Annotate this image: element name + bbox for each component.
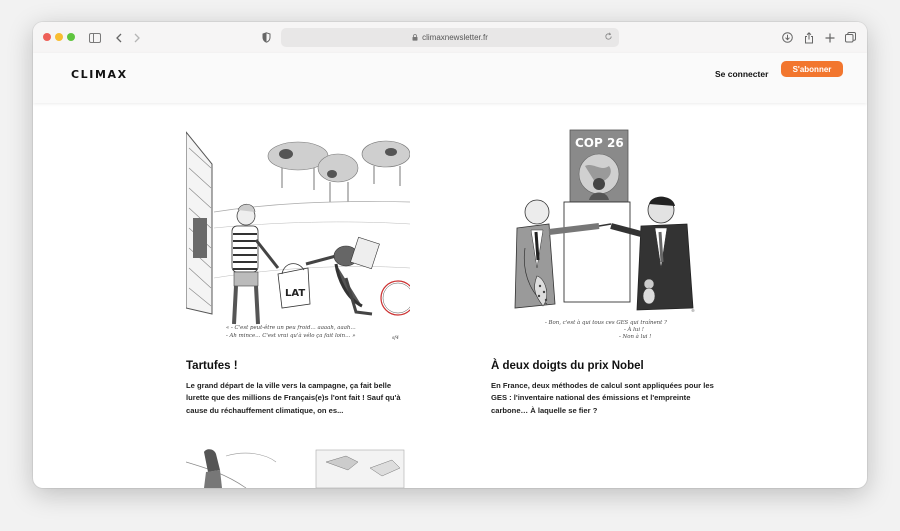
download-icon[interactable] (782, 29, 793, 46)
poster-label: COP 26 (575, 136, 624, 150)
close-window-button[interactable] (43, 33, 51, 41)
illustration-caption-line: « - C'est peut-être un peu froid… aaaah,… (226, 324, 356, 331)
article-excerpt[interactable]: En France, deux méthodes de calcul sont … (491, 380, 715, 417)
tab-overview-icon[interactable] (845, 29, 856, 46)
browser-window: climaxnewsletter.fr CLIMAX Se connecter … (33, 22, 867, 488)
artist-signature: sf4 (392, 335, 399, 341)
forward-icon[interactable] (133, 29, 141, 46)
artist-mark: ® (691, 308, 695, 313)
minimize-window-button[interactable] (55, 33, 63, 41)
article-card[interactable]: COP 26 ® - Bon, c'est à qui tous ces GES… (491, 128, 715, 415)
illustration-caption-line: - Non à lui ! (619, 333, 651, 340)
illustration-caption-line: - Ah mince… C'est vrai qu'à vélo ça fait… (226, 332, 356, 339)
url-text: climaxnewsletter.fr (422, 33, 488, 42)
illustration-caption-line: - À lui ! (624, 326, 644, 333)
sidebar-icon[interactable] (89, 29, 101, 46)
share-icon[interactable] (804, 29, 814, 46)
climax-logo[interactable]: CLIMAX (71, 68, 128, 81)
site-header: CLIMAX Se connecter S'abonner (33, 53, 867, 103)
new-tab-icon[interactable] (825, 29, 835, 46)
address-bar[interactable]: climaxnewsletter.fr (281, 28, 619, 47)
reload-icon[interactable] (604, 32, 613, 41)
article-card[interactable]: LAT « - C'est peut-être un peu froid… aa… (186, 128, 410, 415)
browser-toolbar: climaxnewsletter.fr (33, 22, 867, 54)
login-link[interactable]: Se connecter (715, 69, 768, 79)
article-illustration-nobel[interactable]: COP 26 ® - Bon, c'est à qui tous ces GES… (491, 128, 715, 348)
back-icon[interactable] (115, 29, 123, 46)
bag-label: LAT (285, 288, 305, 299)
article-illustration-next[interactable] (186, 448, 410, 488)
subscribe-button[interactable]: S'abonner (781, 61, 843, 77)
shield-icon[interactable] (262, 29, 271, 46)
article-title[interactable]: À deux doigts du prix Nobel (491, 360, 644, 372)
lock-icon (412, 34, 418, 41)
article-title[interactable]: Tartufes ! (186, 360, 238, 372)
article-illustration-tartufes[interactable]: LAT « - C'est peut-être un peu froid… aa… (186, 128, 410, 348)
article-excerpt[interactable]: Le grand départ de la ville vers la camp… (186, 380, 410, 417)
zoom-window-button[interactable] (67, 33, 75, 41)
illustration-caption-line: - Bon, c'est à qui tous ces GES qui traî… (545, 319, 667, 326)
